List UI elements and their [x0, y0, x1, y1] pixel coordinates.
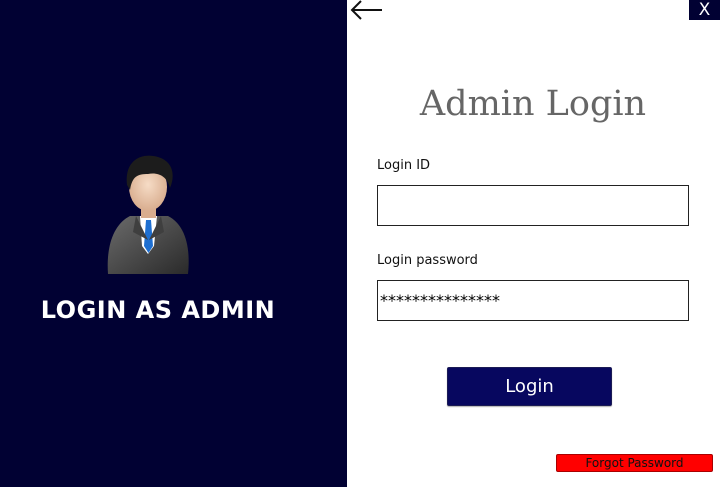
form-title: Admin Login	[419, 84, 647, 124]
admin-user-icon	[107, 155, 189, 274]
login-password-input[interactable]	[377, 280, 689, 321]
close-button[interactable]: X	[689, 0, 720, 20]
login-button[interactable]: Login	[447, 367, 612, 406]
login-password-label: Login password	[377, 253, 478, 268]
left-panel: LOGIN AS ADMIN	[0, 0, 347, 487]
login-form-panel	[347, 0, 720, 487]
login-id-label: Login ID	[377, 158, 431, 173]
login-id-input[interactable]	[377, 185, 689, 226]
back-arrow-icon[interactable]	[349, 0, 383, 20]
panel-title: LOGIN AS ADMIN	[40, 296, 276, 324]
forgot-password-button[interactable]: Forgot Password	[556, 454, 713, 472]
